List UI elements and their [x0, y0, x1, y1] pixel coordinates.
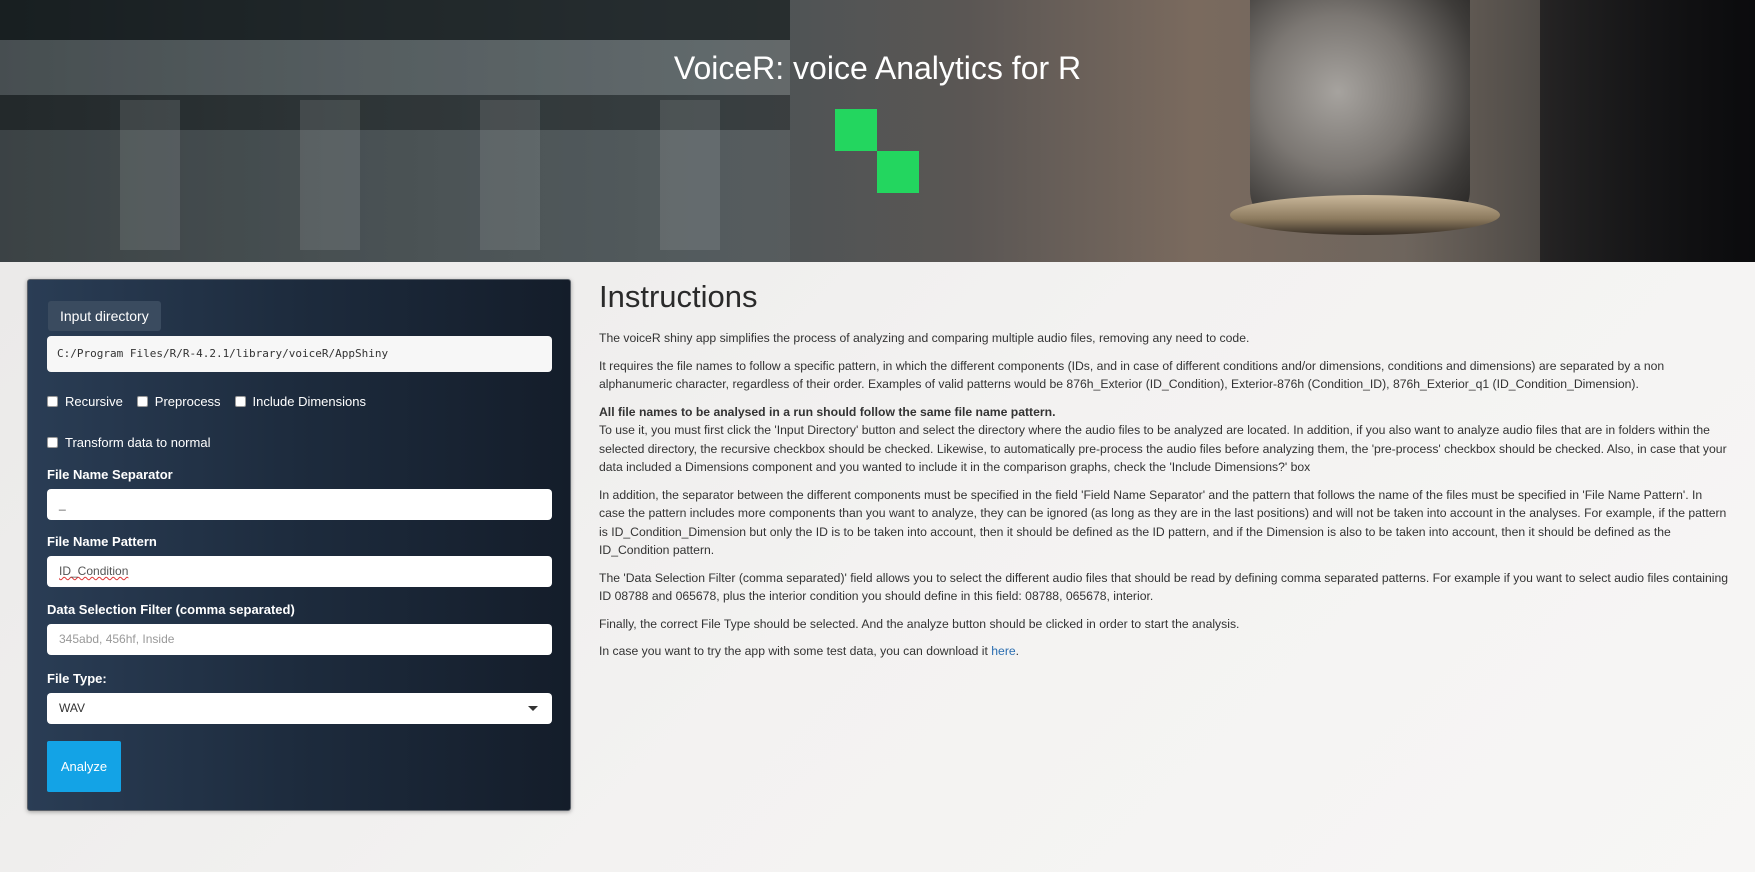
checkbox-label: Preprocess [154, 394, 221, 409]
download-text: In case you want to try the app with som… [599, 644, 992, 658]
instructions-panel: Instructions The voiceR shiny app simpli… [599, 279, 1729, 670]
include-dimensions-checkbox[interactable]: Include Dimensions [234, 394, 366, 409]
file-type-select[interactable]: WAV [47, 693, 552, 724]
filter-label: Data Selection Filter (comma separated) [47, 602, 295, 617]
logo-square-top [835, 109, 877, 151]
transform-option: Transform data to normal [47, 435, 224, 450]
separator-label: File Name Separator [47, 467, 173, 482]
instructions-paragraph: Finally, the correct File Type should be… [599, 616, 1240, 631]
checkbox-box[interactable] [234, 396, 246, 407]
banner-background [0, 0, 790, 40]
app-title: VoiceR: voice Analytics for R [673, 50, 1082, 86]
checkbox-box[interactable] [136, 396, 148, 407]
download-link[interactable]: here [991, 644, 1015, 658]
file-type-value: WAV [59, 701, 85, 715]
preprocess-checkbox[interactable]: Preprocess [136, 394, 221, 409]
instructions-heading: Instructions [599, 279, 758, 314]
microphone-ring-image [1230, 195, 1500, 235]
filter-input[interactable]: 345abd, 456hf, Inside [47, 624, 552, 655]
banner-background-rack [300, 100, 360, 250]
banner-background-shadow [1540, 0, 1755, 262]
directory-path-field[interactable]: C:/Program Files/R/R-4.2.1/library/voice… [47, 336, 552, 372]
input-directory-button[interactable]: Input directory [48, 301, 161, 331]
recursive-checkbox[interactable]: Recursive [47, 394, 123, 409]
instructions-paragraph: The 'Data Selection Filter (comma separa… [599, 570, 1728, 604]
logo-square-bottom [877, 151, 919, 193]
banner-background-rack [120, 100, 180, 250]
checkbox-label: Include Dimensions [252, 394, 366, 409]
analyze-button[interactable]: Analyze [47, 741, 121, 792]
header-banner: VoiceR: voice Analytics for R [0, 0, 1755, 262]
banner-background-rack [660, 100, 720, 250]
instructions-paragraph: In addition, the separator between the d… [599, 487, 1727, 558]
pattern-input[interactable]: ID_Condition [47, 556, 552, 587]
chevron-down-icon [528, 706, 538, 711]
pattern-value: ID_Condition [59, 564, 129, 578]
instructions-paragraph: All file names to be analysed in a run s… [599, 403, 1729, 477]
instructions-text: To use it, you must first click the 'Inp… [599, 423, 1727, 474]
instructions-paragraph: In case you want to try the app with som… [599, 642, 1729, 661]
checkbox-label: Recursive [65, 394, 123, 409]
transform-normal-checkbox[interactable]: Transform data to normal [47, 435, 210, 450]
pattern-label: File Name Pattern [47, 534, 157, 549]
file-type-label: File Type: [47, 671, 107, 686]
option-checkboxes: Recursive Preprocess Include Dimensions [47, 394, 380, 409]
checkbox-box[interactable] [47, 437, 58, 448]
checkbox-box[interactable] [47, 396, 58, 407]
instructions-paragraph: The voiceR shiny app simplifies the proc… [599, 331, 1250, 345]
instructions-bold-note: All file names to be analysed in a run s… [599, 404, 1056, 419]
instructions-paragraph: It requires the file names to follow a s… [599, 358, 1665, 392]
settings-panel: Input directory C:/Program Files/R/R-4.2… [27, 279, 571, 811]
separator-input[interactable]: _ [47, 489, 552, 520]
checkbox-label: Transform data to normal [65, 435, 211, 450]
banner-background-rack [480, 100, 540, 250]
download-text-suffix: . [1015, 644, 1020, 658]
